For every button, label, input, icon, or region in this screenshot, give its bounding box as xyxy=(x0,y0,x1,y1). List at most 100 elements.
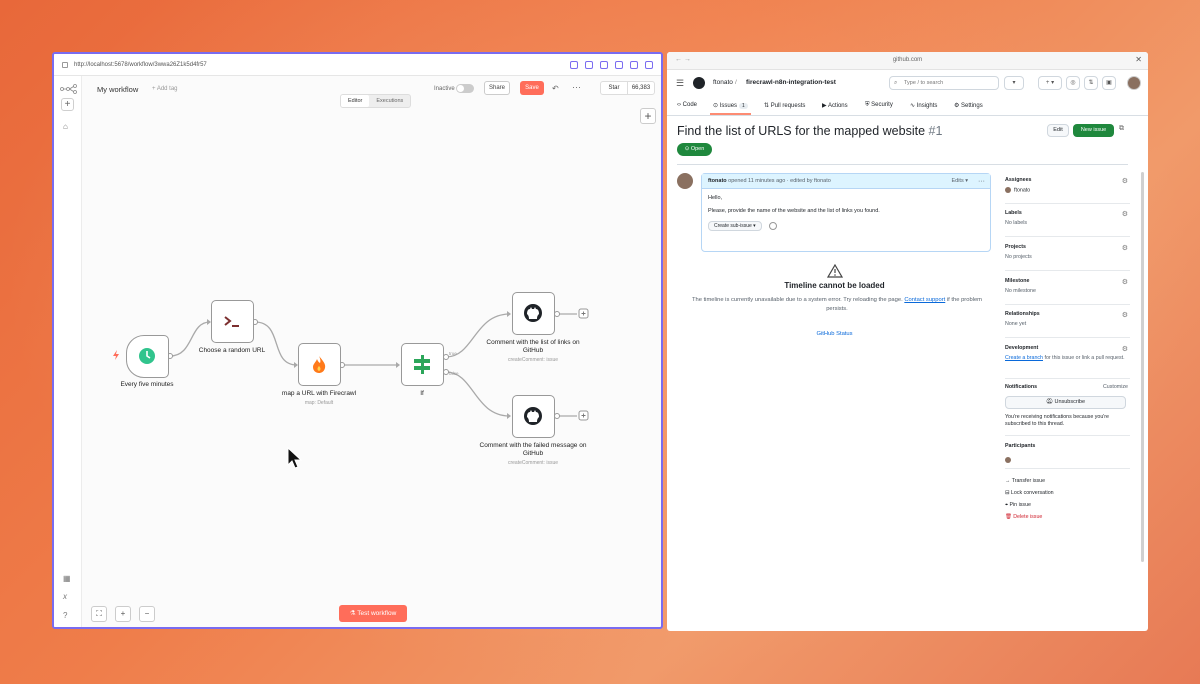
node-label-firecrawl: map a URL with Firecrawl xyxy=(281,390,357,397)
node-label-trigger: Every five minutes xyxy=(120,381,174,388)
notifications-note: You're receiving notifications because y… xyxy=(1005,414,1110,427)
trash-icon: 🗑︎ xyxy=(1005,514,1014,520)
search-placeholder: Type / to search xyxy=(904,80,944,86)
more-options-icon[interactable]: ··· xyxy=(978,174,985,189)
reaction-icon[interactable] xyxy=(769,221,778,230)
lightning-icon xyxy=(113,350,119,360)
issue-title-text: Find the list of URLS for the mapped web… xyxy=(677,124,926,138)
address-text[interactable]: github.com xyxy=(667,57,1148,63)
comment-line: Hello, xyxy=(708,195,723,201)
close-icon[interactable]: ✕ xyxy=(1135,55,1142,64)
issue-icon: ⊙ xyxy=(713,103,720,109)
contact-support-link[interactable]: Contact support xyxy=(904,297,945,303)
scrollbar[interactable] xyxy=(1141,172,1144,562)
sidebar-milestone[interactable]: Milestone No milestone ⚙ xyxy=(1005,278,1130,294)
divider xyxy=(677,164,1128,165)
path-separator: / xyxy=(735,79,737,86)
github-status-link[interactable]: GitHub Status xyxy=(787,331,882,337)
fit-view-button[interactable]: ⛶ xyxy=(91,606,107,622)
sidebar-relationships[interactable]: Relationships None yet ⚙ xyxy=(1005,311,1130,327)
pull-requests-icon[interactable]: ⇅ xyxy=(1084,76,1098,90)
node-if[interactable] xyxy=(401,343,444,386)
issues-icon[interactable]: ◎ xyxy=(1066,76,1080,90)
node-label-if: If xyxy=(420,390,424,397)
transfer-issue-link[interactable]: → Transfer issue xyxy=(1005,478,1045,484)
tab-code[interactable]: ‹› Code xyxy=(677,102,697,108)
avatar[interactable] xyxy=(1005,457,1011,463)
timeline-error-description: The timeline is currently unavailable du… xyxy=(691,297,983,312)
test-workflow-button[interactable]: ⚗ Test workflow xyxy=(339,605,407,622)
gear-icon[interactable]: ⚙ xyxy=(1122,278,1128,286)
clock-icon xyxy=(139,348,155,364)
divider xyxy=(1005,203,1130,204)
create-branch-link[interactable]: Create a branch xyxy=(1005,355,1043,361)
inbox-icon[interactable]: ▣ xyxy=(1102,76,1116,90)
status-badge: ⊙ Open xyxy=(677,143,712,156)
gear-icon[interactable]: ⚙ xyxy=(1122,244,1128,252)
pr-icon: ⇅ xyxy=(764,103,771,109)
lock-conversation-link[interactable]: ⊟ Lock conversation xyxy=(1005,490,1054,496)
warning-icon xyxy=(827,264,843,278)
node-code[interactable] xyxy=(211,300,254,343)
tab-security[interactable]: ⛨ Security xyxy=(865,102,893,109)
sidebar-notifications: Notifications Customize xyxy=(1005,384,1128,390)
create-new-icon[interactable]: + ▾ xyxy=(1038,76,1062,90)
node-github-success[interactable] xyxy=(512,292,555,335)
edits-dropdown[interactable]: Edits ▾ xyxy=(951,174,968,189)
flame-icon xyxy=(313,356,326,373)
gear-icon[interactable]: ⚙ xyxy=(1122,345,1128,353)
avatar[interactable] xyxy=(1127,76,1141,90)
node-label-code: Choose a random URL xyxy=(198,347,266,354)
issue-number: #1 xyxy=(928,124,943,138)
github-logo-icon[interactable] xyxy=(693,77,705,89)
issue-title: Find the list of URLS for the mapped web… xyxy=(677,124,942,138)
avatar xyxy=(1005,187,1011,193)
tab-actions[interactable]: ▶ Actions xyxy=(822,102,848,109)
avatar[interactable] xyxy=(677,173,693,189)
comment-meta: opened 11 minutes ago · edited by ftonat… xyxy=(728,178,831,184)
sidebar-assignees[interactable]: Assignees ftonato ⚙ xyxy=(1005,177,1130,193)
sidebar-projects[interactable]: Projects No projects ⚙ xyxy=(1005,244,1130,260)
gear-icon[interactable]: ⚙ xyxy=(1122,177,1128,185)
menu-icon[interactable]: ☰ xyxy=(676,78,684,89)
search-icon: ⌕ xyxy=(894,80,898,86)
n8n-window: http://localhost:5678/workflow/3wwa26Z1k… xyxy=(52,52,663,629)
copy-icon[interactable]: ⧉ xyxy=(1119,125,1124,133)
divider xyxy=(1005,304,1130,305)
copilot-icon[interactable]: ▾ xyxy=(1004,76,1024,90)
repo-name[interactable]: firecrawl-n8n-integration-test xyxy=(746,79,836,86)
zoom-in-button[interactable]: + xyxy=(115,606,131,622)
comment-author[interactable]: ftonato xyxy=(708,178,727,184)
zoom-out-button[interactable]: − xyxy=(139,606,155,622)
tab-pull-requests[interactable]: ⇅ Pull requests xyxy=(764,102,805,109)
tab-insights[interactable]: ∿ Insights xyxy=(910,102,937,109)
divider xyxy=(1005,337,1130,338)
gear-icon[interactable]: ⚙ xyxy=(1122,311,1128,319)
comment-header: ftonato opened 11 minutes ago · edited b… xyxy=(702,174,990,189)
create-subissue-button[interactable]: Create sub-issue ▾ xyxy=(708,221,762,231)
if-branch-icon xyxy=(414,355,430,374)
gear-icon[interactable]: ⚙ xyxy=(1122,210,1128,218)
delete-issue-link[interactable]: 🗑︎ Delete issue xyxy=(1005,514,1042,520)
pin-issue-link[interactable]: ⌖ Pin issue xyxy=(1005,502,1031,509)
unsubscribe-button[interactable]: 🔕︎ Unsubscribe xyxy=(1005,396,1126,409)
mouse-cursor-icon xyxy=(287,447,303,469)
new-issue-button[interactable]: New issue xyxy=(1073,124,1114,137)
search-input[interactable]: ⌕ Type / to search xyxy=(889,76,999,90)
if-false-label: false xyxy=(449,371,459,376)
tab-settings[interactable]: ⚙ Settings xyxy=(954,102,983,109)
tab-issues[interactable]: ⊙ Issues 1 xyxy=(710,102,751,115)
node-schedule-trigger[interactable] xyxy=(126,335,169,378)
sidebar-labels[interactable]: Labels No labels ⚙ xyxy=(1005,210,1130,226)
node-github-failure[interactable] xyxy=(512,395,555,438)
github-icon xyxy=(524,407,542,425)
customize-link[interactable]: Customize xyxy=(1103,384,1128,390)
divider xyxy=(1005,435,1130,436)
edit-button[interactable]: Edit xyxy=(1047,124,1069,137)
github-window: ← → github.com ✕ ☰ ftonato / firecrawl-n… xyxy=(667,52,1148,631)
node-firecrawl[interactable] xyxy=(298,343,341,386)
sidebar-development[interactable]: Development Create a branch for this iss… xyxy=(1005,345,1130,361)
arrow-right-icon: → xyxy=(1005,478,1012,484)
browser-chrome: ← → github.com ✕ xyxy=(667,52,1148,70)
repo-owner[interactable]: ftonato xyxy=(713,79,733,86)
